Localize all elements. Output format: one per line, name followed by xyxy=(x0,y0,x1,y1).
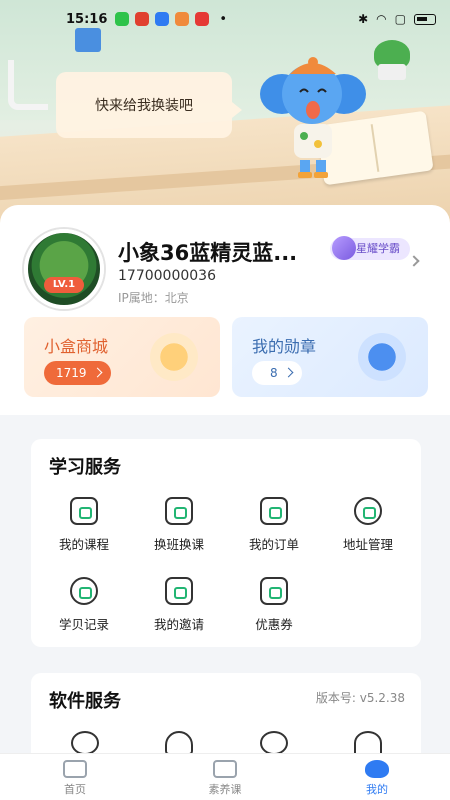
chevron-right-icon[interactable] xyxy=(408,255,420,267)
status-bar: 15:16 • ✱ ◠ ▢ xyxy=(0,0,450,38)
tab-mine[interactable]: 我的 xyxy=(337,760,417,797)
chat-icon[interactable] xyxy=(260,731,288,755)
medal-tile[interactable]: 我的勋章 8 xyxy=(232,317,428,397)
bluetooth-icon: ✱ xyxy=(358,12,369,26)
grid-item-label: 优惠券 xyxy=(255,617,293,632)
invite-icon xyxy=(165,577,193,605)
learning-services-card: 学习服务 我的课程 换班换课 我的订单 地址管理 学贝记录 我的邀请 优惠券 xyxy=(31,439,421,647)
wifi-icon[interactable] xyxy=(354,731,382,755)
shop-title: 小盒商城 xyxy=(44,337,109,356)
profile-card: LV.1 小象36蓝精灵蓝... 星耀学霸 17700000036 IP属地：北… xyxy=(0,205,450,415)
bubble-text: 快来给我换装吧 xyxy=(95,98,193,114)
bottom-tab-bar: 首页 素养课 我的 xyxy=(0,753,450,800)
tab-label: 素养课 xyxy=(208,783,242,796)
grid-item-label: 换班换课 xyxy=(153,537,204,552)
shop-count: 1719 xyxy=(44,361,111,385)
honor-badge-label: 星耀学霸 xyxy=(356,242,400,255)
grid-item-label: 学贝记录 xyxy=(58,617,109,632)
grid-item-label: 我的课程 xyxy=(58,537,109,552)
location-icon xyxy=(354,497,382,525)
tab-courses[interactable]: 素养课 xyxy=(185,760,265,797)
weibo-icon xyxy=(135,12,150,26)
grid-item-my-courses[interactable]: 我的课程 xyxy=(39,497,129,553)
home-book-icon xyxy=(63,760,87,778)
honor-badge[interactable]: 星耀学霸 xyxy=(330,236,410,260)
version-label: 版本号: v5.2.38 xyxy=(315,691,405,705)
grid-item-address[interactable]: 地址管理 xyxy=(323,497,413,553)
learning-services-title: 学习服务 xyxy=(49,457,121,478)
level-badge: LV.1 xyxy=(44,277,84,293)
shop-tile[interactable]: 小盒商城 1719 xyxy=(24,317,220,397)
course-icon xyxy=(70,497,98,525)
phone-number: 17700000036 xyxy=(118,268,216,284)
user-name[interactable]: 小象36蓝精灵蓝... xyxy=(118,237,323,267)
sim-icon: ▢ xyxy=(394,12,406,26)
coin-bowl-icon xyxy=(150,333,198,381)
medal-count: 8 xyxy=(252,361,302,385)
wifi-status-icon: ◠ xyxy=(376,12,387,26)
avatar[interactable]: LV.1 xyxy=(24,229,104,309)
grid-item-label: 我的邀请 xyxy=(153,617,204,632)
grid-item-my-invites[interactable]: 我的邀请 xyxy=(134,577,224,633)
speech-bubble[interactable]: 快来给我换装吧 xyxy=(56,72,242,138)
swap-icon xyxy=(165,497,193,525)
settings-icon[interactable] xyxy=(71,731,99,755)
dot-icon: • xyxy=(219,11,228,27)
tab-label: 首页 xyxy=(64,783,86,796)
medal-icon xyxy=(358,333,406,381)
grid-item-coin-records[interactable]: 学贝记录 xyxy=(39,577,129,633)
order-icon xyxy=(260,497,288,525)
status-right: ✱ ◠ ▢ xyxy=(358,12,436,26)
wechat-icon xyxy=(115,12,130,26)
star-badge-icon xyxy=(332,236,356,260)
grid-item-label: 我的订单 xyxy=(248,537,299,552)
coin-icon xyxy=(70,577,98,605)
status-time: 15:16 xyxy=(66,11,108,27)
headset-icon[interactable] xyxy=(165,731,193,755)
grid-item-swap-class[interactable]: 换班换课 xyxy=(134,497,224,553)
tab-home[interactable]: 首页 xyxy=(35,760,115,797)
elephant-mascot[interactable] xyxy=(252,52,372,182)
app-icon xyxy=(175,12,190,26)
coupon-icon xyxy=(260,577,288,605)
battery-icon xyxy=(414,13,436,25)
software-services-title: 软件服务 xyxy=(49,691,121,712)
grid-item-coupons[interactable]: 优惠券 xyxy=(229,577,319,633)
elephant-tab-icon xyxy=(365,760,389,778)
medal-title: 我的勋章 xyxy=(252,337,317,356)
grid-item-my-orders[interactable]: 我的订单 xyxy=(229,497,319,553)
play-icon xyxy=(213,760,237,778)
video-app-icon xyxy=(195,12,210,26)
ip-location: IP属地：北京 xyxy=(118,291,189,305)
lamp-illustration xyxy=(8,60,48,110)
pot-illustration xyxy=(378,64,406,80)
app-icon xyxy=(155,12,170,26)
tab-label: 我的 xyxy=(366,783,388,796)
grid-item-label: 地址管理 xyxy=(342,537,393,552)
notification-icons xyxy=(115,12,210,26)
